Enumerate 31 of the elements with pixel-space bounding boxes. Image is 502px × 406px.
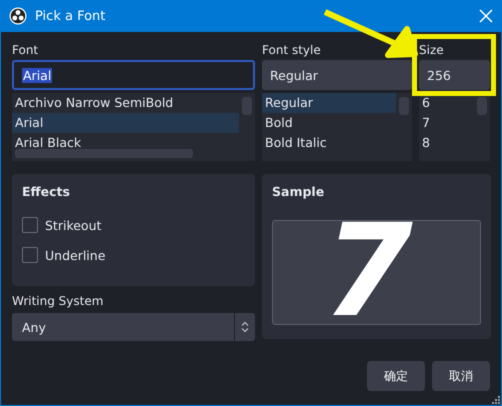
list-item[interactable]: Arial (12, 113, 239, 133)
field-label: Font (12, 42, 40, 59)
font-style-field[interactable]: Regular (262, 60, 412, 90)
up-down-arrows-icon (241, 321, 249, 333)
list-item[interactable]: Regular (262, 93, 396, 113)
checkbox-label: Underline (45, 248, 106, 262)
panel-title: Effects (22, 184, 71, 201)
checkbox-label: Strikeout (45, 218, 102, 232)
list-item[interactable]: 8 (419, 133, 474, 153)
font-field[interactable]: Arial (12, 60, 255, 90)
field-label: Size (419, 42, 445, 59)
size-field[interactable]: 256 (419, 60, 490, 90)
list-item[interactable]: Bold Italic (262, 133, 396, 153)
circle-logo-icon (9, 7, 27, 25)
ok-button[interactable]: 确定 (367, 361, 425, 391)
field-label: Writing System (12, 293, 104, 310)
resize-grip-icon[interactable] (492, 396, 500, 404)
field-label: Font style (262, 42, 322, 59)
checkbox[interactable] (22, 217, 38, 233)
checkbox[interactable] (22, 247, 38, 263)
close-icon[interactable] (479, 9, 493, 23)
window-title: Pick a Font (35, 8, 106, 24)
list-item[interactable]: Archivo Narrow SemiBold (12, 93, 239, 113)
scrollbar-thumb[interactable] (477, 97, 487, 115)
list-item[interactable]: 7 (419, 113, 474, 133)
writing-system-dropdown[interactable]: Any (12, 313, 255, 341)
list-item[interactable]: 6 (419, 93, 474, 113)
cancel-button[interactable]: 取消 (432, 361, 490, 391)
list-item[interactable]: Bold (262, 113, 396, 133)
list-item[interactable]: Arial Black (12, 133, 239, 153)
panel-title: Sample (272, 184, 326, 201)
